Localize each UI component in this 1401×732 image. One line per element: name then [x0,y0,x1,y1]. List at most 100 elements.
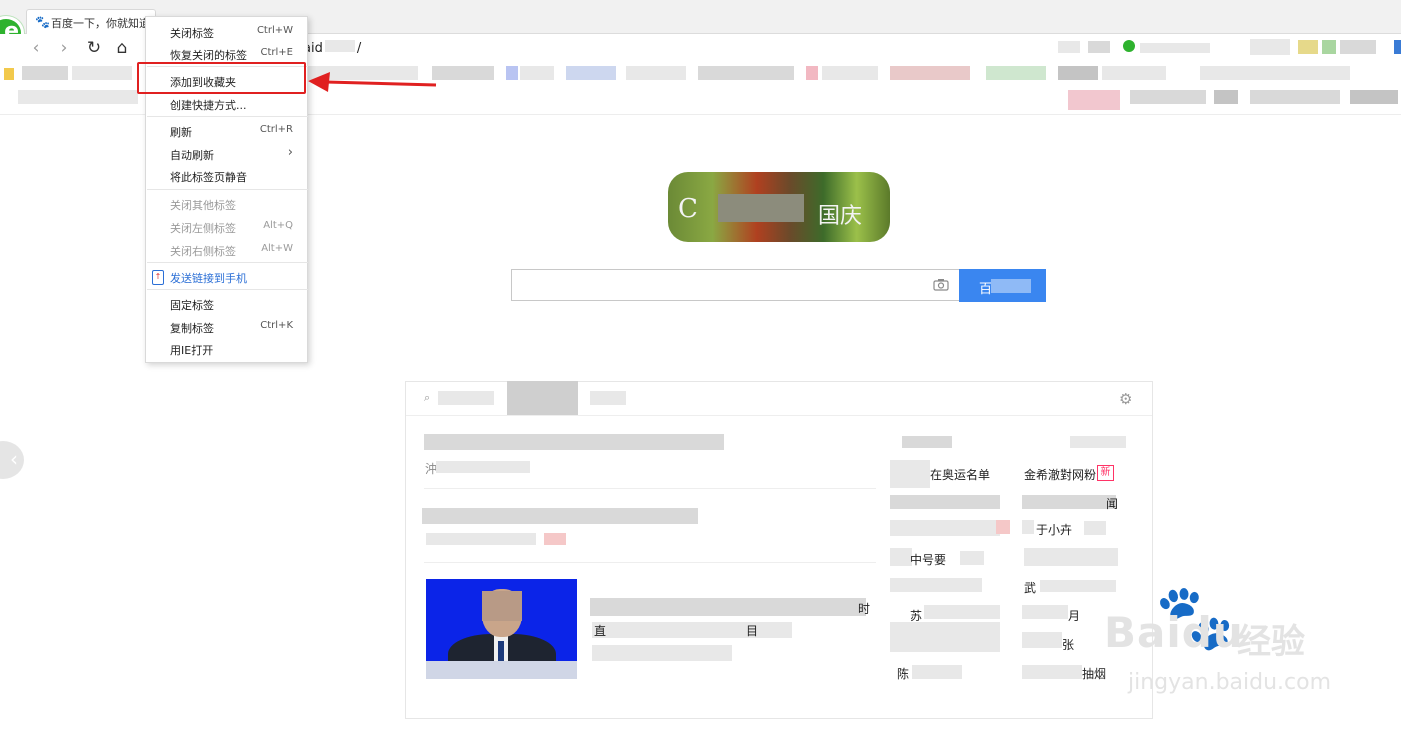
home-icon[interactable]: ⌂ [112,38,132,58]
browser-tab[interactable]: 🐾 百度一下，你就知道 [26,9,156,35]
menu-item-mute-tab[interactable]: 将此标签页静音 [146,165,307,187]
bookmark-blur[interactable] [72,66,132,80]
news-glyph: 目 [746,624,759,638]
hot-item[interactable] [890,578,982,592]
toolbar-blur [1340,40,1376,54]
prev-page-icon[interactable]: ‹ [0,441,24,479]
news-meta [426,533,536,545]
menu-item-label: 固定标签 [170,299,214,312]
bookmark-blur[interactable] [1350,90,1398,104]
back-icon[interactable]: ‹ [26,38,46,58]
news-headline[interactable] [590,598,866,616]
hot-item[interactable]: 张 [1062,636,1074,653]
hot-item[interactable] [1022,495,1116,509]
watermark-brand: Baidu [1104,608,1244,657]
menu-item-label: 关闭其他标签 [170,199,236,212]
hot-item-blur [924,605,1000,619]
panel-tab[interactable] [438,391,494,405]
search-input[interactable] [511,269,959,301]
news-headline[interactable] [422,508,698,524]
bookmark-blur[interactable] [506,66,518,80]
news-headline[interactable] [424,434,724,450]
menu-separator [147,189,308,190]
menu-item-close-tab[interactable]: 关闭标签 Ctrl+W [146,21,307,43]
hot-item[interactable]: 陈 [897,665,909,682]
news-summary [592,645,732,661]
bookmark-blur[interactable] [698,66,794,80]
bookmark-blur[interactable] [566,66,616,80]
menu-item-open-in-ie[interactable]: 用IE打开 [146,338,307,360]
hot-item[interactable]: 在奥运名单 [930,466,990,483]
menu-item-close-others[interactable]: 关闭其他标签 [146,193,307,215]
hot-item[interactable] [890,520,1000,536]
doodle-logo[interactable]: C 国庆 [668,172,890,242]
hot-item-blur [1022,605,1068,619]
menu-item-label: 关闭标签 [170,27,214,40]
refresh-icon[interactable]: ↻ [84,38,104,58]
menu-item-label: 将此标签页静音 [170,171,247,184]
toolbar-blur [1394,40,1401,54]
hot-item-blur [1022,632,1062,648]
hot-list-refresh[interactable] [1070,436,1126,448]
hot-item[interactable]: 中号要 [910,551,946,568]
menu-item-refresh[interactable]: 刷新 Ctrl+R [146,120,307,142]
toolbar-blur [1088,41,1110,53]
bookmark-blur[interactable] [1250,90,1340,104]
menu-item-auto-refresh[interactable]: 自动刷新 › [146,143,307,165]
tab-title: 百度一下，你就知道 [51,17,150,30]
hot-item[interactable] [890,622,1000,652]
bookmark-blur[interactable] [1214,90,1238,104]
hot-list-title [902,436,952,448]
camera-icon[interactable] [933,278,949,295]
news-photo[interactable] [426,579,577,679]
bookmark-blur[interactable] [986,66,1046,80]
menu-item-close-right[interactable]: 关闭右侧标签 Alt+W [146,239,307,261]
bookmark-blur[interactable] [822,66,878,80]
panel-tab-active[interactable] [507,381,578,415]
toolbar-blur [1298,40,1318,54]
bookmark-star-icon[interactable] [4,68,14,80]
bookmark-blur[interactable] [1200,66,1350,80]
address-bar[interactable]: aid / [303,40,361,56]
bookmark-blur[interactable] [890,66,970,80]
toolbar-blur [1058,41,1080,53]
bookmark-blur[interactable] [520,66,554,80]
hot-item[interactable] [1024,548,1118,566]
forward-icon[interactable]: › [54,38,74,58]
news-summary [592,622,792,638]
hot-item[interactable]: 武 [1024,579,1036,596]
menu-item-duplicate-tab[interactable]: 复制标签 Ctrl+K [146,316,307,338]
extension-icon[interactable] [1123,40,1135,52]
bookmark-blur[interactable] [1130,90,1206,104]
menu-item-create-shortcut[interactable]: 创建快捷方式... [146,93,307,115]
bookmark-blur[interactable] [432,66,494,80]
hot-item[interactable]: 闻 [1106,495,1118,512]
panel-divider [406,415,1152,416]
address-suffix: / [356,41,362,56]
search-button[interactable]: 百 [959,269,1046,302]
hot-item[interactable]: 月 [1068,607,1080,624]
highlight-box [137,62,306,94]
baidu-paw-icon: 🐾 [35,15,50,29]
hot-item[interactable] [890,495,1000,509]
menu-item-send-to-phone[interactable]: ↑ 发送链接到手机 [146,266,307,288]
hot-item-blur [1040,580,1116,592]
bookmark-blur[interactable] [1068,90,1120,110]
bookmark-blur[interactable] [1102,66,1166,80]
baidu-jingyan-watermark: Baidu 经验 jingyan.baidu.com [1092,600,1332,700]
settings-gear-icon[interactable]: ⚙ [1119,390,1132,408]
panel-tab[interactable] [590,391,626,405]
hot-item[interactable]: 于小卉 [1036,521,1072,538]
menu-item-label: 复制标签 [170,322,214,335]
menu-item-pin-tab[interactable]: 固定标签 [146,293,307,315]
bookmark-blur[interactable] [18,90,138,104]
menu-item-close-left[interactable]: 关闭左侧标签 Alt+Q [146,216,307,238]
hot-item-blur [1084,521,1106,535]
bookmark-blur[interactable] [22,66,68,80]
bookmark-blur[interactable] [806,66,818,80]
hot-item[interactable]: 金希澈對网粉 [1024,466,1096,483]
bookmark-blur[interactable] [626,66,686,80]
bookmark-blur[interactable] [1058,66,1098,80]
menu-item-shortcut: Ctrl+K [260,320,293,331]
red-arrow-icon [308,72,437,92]
